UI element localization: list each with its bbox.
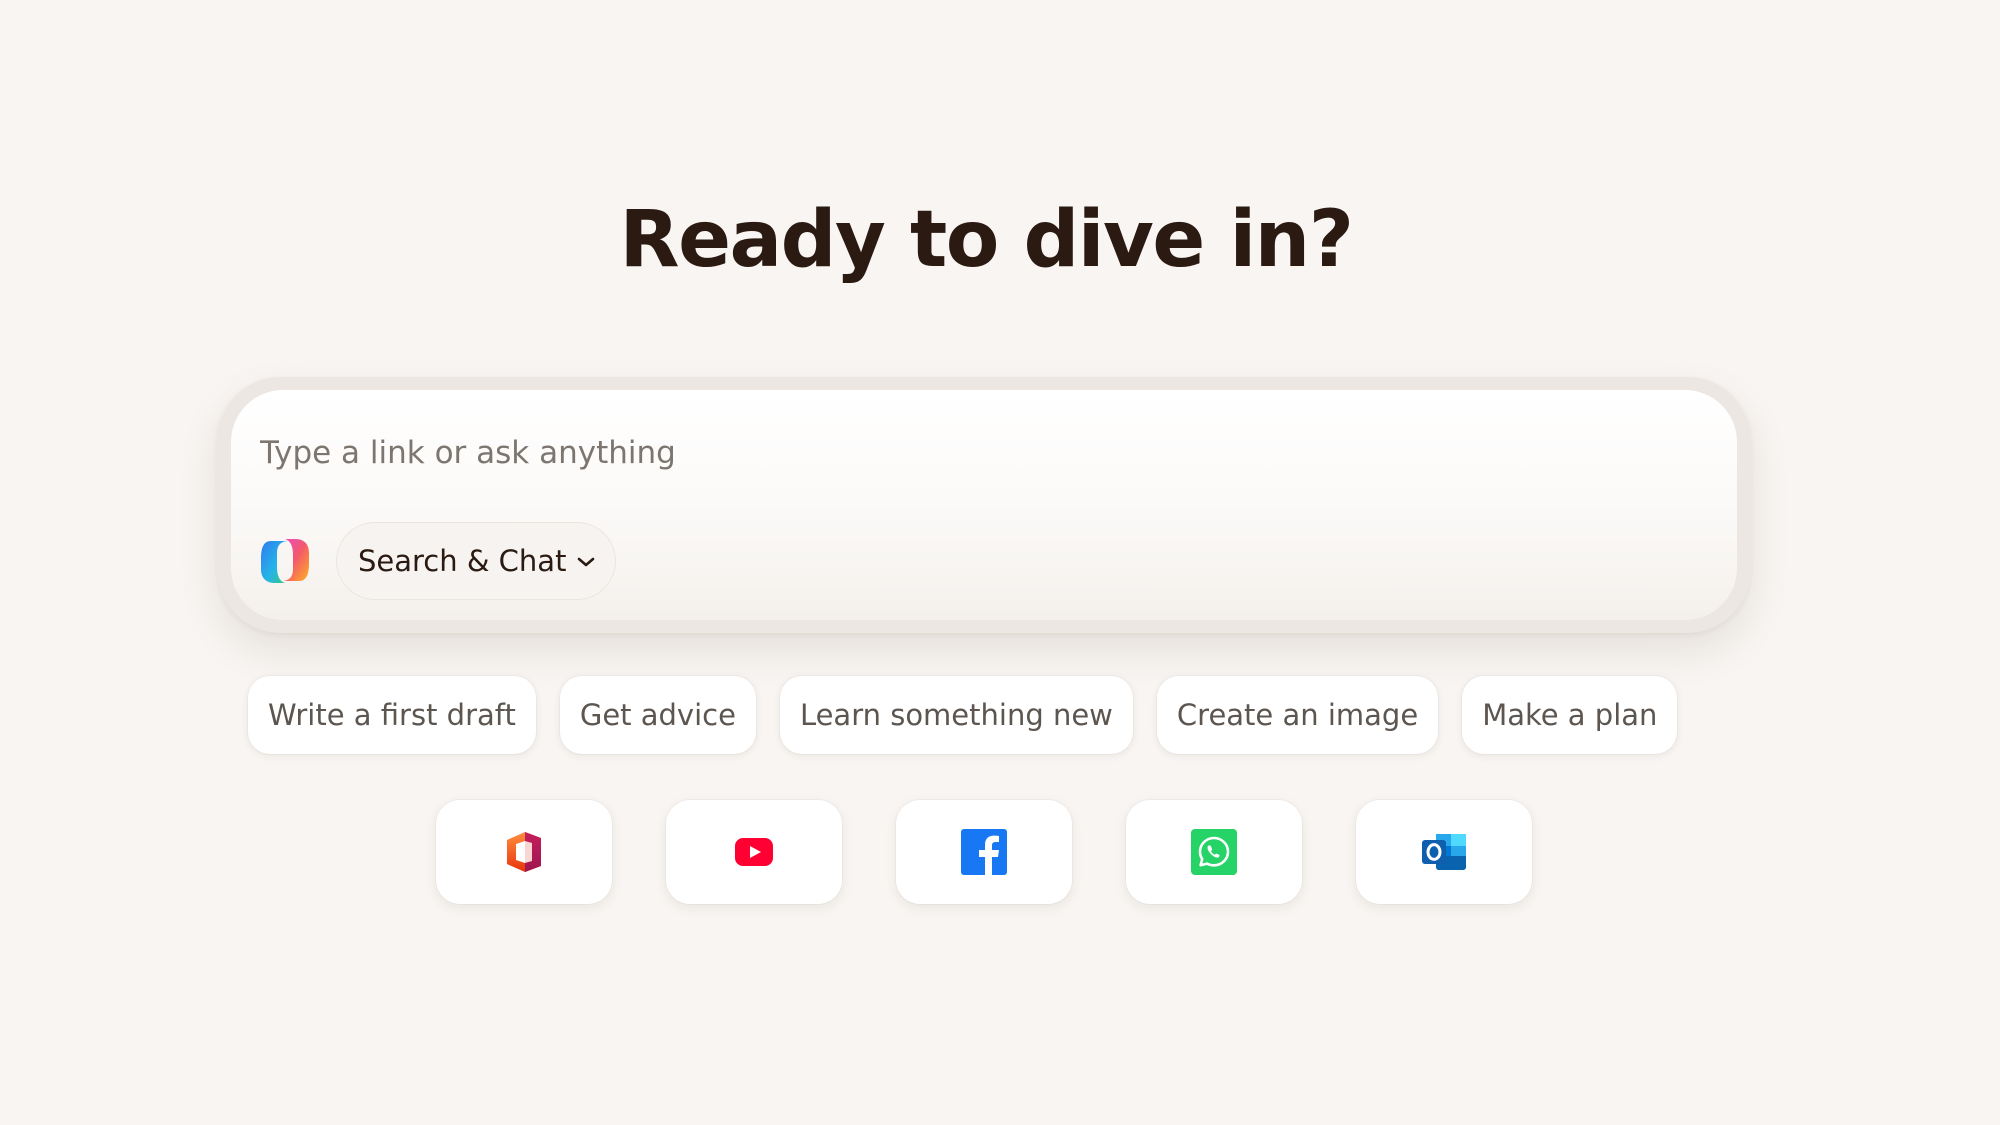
shortcut-youtube[interactable] (666, 800, 842, 904)
page-title: Ready to dive in? (619, 195, 1354, 285)
shortcut-facebook[interactable] (896, 800, 1072, 904)
chip-create-an-image[interactable]: Create an image (1156, 676, 1439, 754)
ask-input[interactable] (260, 425, 1660, 481)
shortcut-tiles (436, 800, 1532, 904)
chevron-down-icon (576, 554, 596, 568)
shortcut-office[interactable] (436, 800, 612, 904)
mode-label: Search & Chat (358, 544, 567, 578)
shortcut-whatsapp[interactable] (1126, 800, 1302, 904)
copilot-home: Ready to dive in? Search & Chat (0, 0, 2000, 1125)
youtube-icon (734, 837, 774, 867)
shortcut-outlook[interactable] (1356, 800, 1532, 904)
office-icon (505, 830, 543, 874)
chip-learn-something-new[interactable]: Learn something new (779, 676, 1133, 754)
suggestion-chips: Write a first draft Get advice Learn som… (248, 676, 1678, 754)
facebook-icon (961, 829, 1007, 875)
chip-write-first-draft[interactable]: Write a first draft (248, 676, 536, 754)
copilot-logo-icon (257, 535, 313, 587)
mode-dropdown[interactable]: Search & Chat (336, 522, 616, 600)
outlook-icon (1420, 832, 1468, 872)
whatsapp-icon (1191, 829, 1237, 875)
chip-get-advice[interactable]: Get advice (559, 676, 756, 754)
chip-make-a-plan[interactable]: Make a plan (1462, 676, 1678, 754)
